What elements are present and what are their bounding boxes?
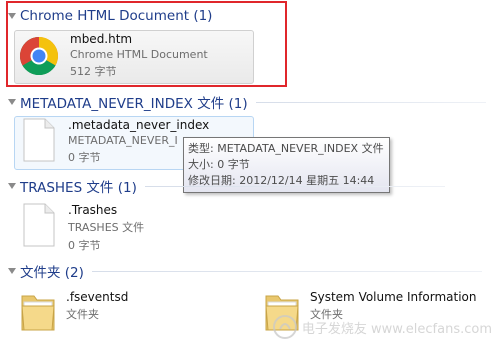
group-title: Chrome HTML Document (1) — [20, 8, 213, 24]
group-header-metadata[interactable]: METADATA_NEVER_INDEX 文件 (1) — [8, 92, 486, 112]
file-name: mbed.htm — [70, 32, 133, 46]
group-separator — [144, 185, 445, 187]
watermark-logo-icon — [272, 315, 297, 339]
file-icon — [23, 203, 55, 247]
chevron-down-icon[interactable] — [8, 13, 16, 19]
folder-item-fseventsd[interactable]: .fseventsd 文件夹 — [20, 290, 128, 332]
chevron-down-icon[interactable] — [8, 99, 16, 105]
group-header-trashes[interactable]: TRASHES 文件 (1) — [8, 176, 445, 196]
group-title: 文件夹 (2) — [20, 265, 84, 281]
tooltip-size: 大小: 0 字节 — [188, 158, 250, 171]
file-type: Chrome HTML Document — [70, 48, 208, 61]
group-separator — [91, 270, 482, 272]
watermark-text: 电子发烧友 www.elecfans.com — [301, 321, 492, 337]
folder-type: 文件夹 — [66, 308, 99, 321]
file-icon — [23, 118, 55, 162]
watermark: 电子发烧友 www.elecfans.com — [272, 314, 492, 340]
file-item-metadata[interactable]: .metadata_never_index METADATA_NEVER_I 0… — [22, 118, 209, 165]
file-name: .metadata_never_index — [68, 118, 210, 132]
group-header-folders[interactable]: 文件夹 (2) — [8, 261, 482, 281]
chevron-down-icon[interactable] — [8, 268, 16, 274]
tooltip-type: 类型: METADATA_NEVER_INDEX 文件 — [188, 142, 384, 155]
file-type: TRASHES 文件 — [68, 221, 145, 234]
file-name: .Trashes — [68, 203, 118, 217]
group-title: TRASHES 文件 (1) — [20, 180, 137, 196]
chrome-icon — [20, 37, 58, 75]
group-separator — [255, 101, 486, 103]
file-item-trashes[interactable]: .Trashes TRASHES 文件 0 字节 — [22, 203, 144, 253]
chevron-down-icon[interactable] — [8, 183, 16, 189]
file-item-chrome[interactable]: mbed.htm Chrome HTML Document 512 字节 — [18, 32, 208, 79]
file-size: 512 字节 — [70, 65, 117, 78]
folder-icon — [21, 295, 55, 331]
group-title: METADATA_NEVER_INDEX 文件 (1) — [20, 96, 248, 112]
group-header-chrome[interactable]: Chrome HTML Document (1) — [8, 6, 212, 26]
file-size: 0 字节 — [68, 239, 101, 252]
folder-name: .fseventsd — [66, 290, 129, 304]
folder-name: System Volume Information — [310, 290, 477, 304]
